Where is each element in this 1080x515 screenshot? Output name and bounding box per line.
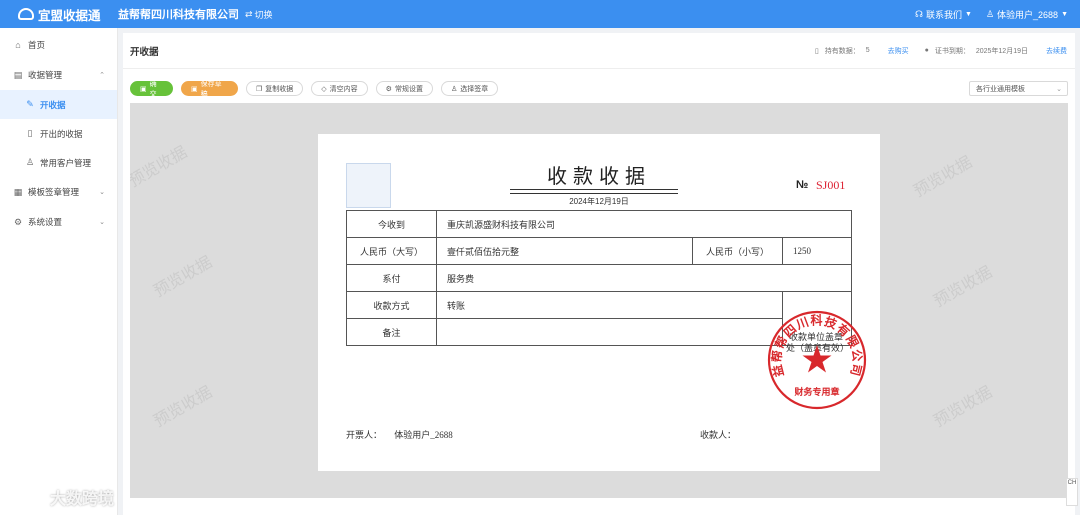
company-name: 益帮帮四川科技有限公司 [118, 9, 239, 21]
table-row: 系付 服务费 [346, 264, 852, 292]
stamp-icon: ♙ [450, 85, 458, 93]
template-icon: ▦ [13, 186, 23, 197]
toolbar: ▣ 确交 ▣ 保存草稿 ❐ 复制收据 ◇ 清空内容 ⚙ 常规设置 ♙ 选择签章 … [123, 73, 1075, 104]
watermark: 预览收据 [130, 142, 191, 191]
seal-bottom-text: 财务专用章 [793, 386, 839, 397]
home-icon: ⌂ [15, 40, 21, 50]
template-select[interactable]: 各行业通用模板 ⌄ [969, 81, 1068, 96]
top-bar: 宜盟收据通 益帮帮四川科技有限公司 ⇄ 切换 ☊ 联系我们 ▼ ♙ 体验用户_2… [0, 0, 1080, 28]
floating-widget[interactable]: CH [1066, 478, 1078, 506]
gear-icon: ⚙ [385, 85, 392, 93]
watermark: 预览收据 [150, 252, 216, 301]
sidebar-item-customers[interactable]: ♙ 常用客户管理 [0, 148, 117, 177]
chevron-down-icon: ⌄ [1056, 85, 1062, 93]
sidebar-item-home[interactable]: ⌂ 首页 [0, 30, 117, 60]
renew-link[interactable]: 去续费 [1046, 46, 1067, 56]
chevron-down-icon: ▼ [1061, 10, 1068, 18]
sidebar-item-issue-receipt[interactable]: ✎ 开收据 [0, 90, 117, 119]
page-header: 开收据 ▯ 持有数据： 5 去购买 ● 证书到期： 2025年12月19日 去续… [123, 33, 1075, 69]
chevron-down-icon: ⌄ [99, 189, 105, 196]
watermark: 预览收据 [930, 262, 996, 311]
preview-canvas: 预览收据 预览收据 预览收据 预览收据 预览收据 预览收据 收款收据 2024年… [130, 103, 1068, 498]
contact-us-menu[interactable]: ☊ 联系我们 ▼ [915, 8, 972, 21]
purpose-field[interactable]: 服务费 [436, 264, 852, 292]
amount-upper-field[interactable]: 壹仟贰佰伍拾元整 [436, 237, 693, 265]
select-signature-button[interactable]: ♙ 选择签章 [440, 81, 499, 96]
copy-receipt-button[interactable]: ❐ 复制收据 [246, 81, 304, 96]
payer-field[interactable]: 重庆凯源盛财科技有限公司 [436, 210, 852, 238]
switch-icon: ⇄ [245, 8, 253, 19]
brand[interactable]: 宜盟收据通 [0, 5, 112, 24]
brand-name: 宜盟收据通 [38, 8, 101, 23]
corner-watermark-logo: 大数跨境 [8, 485, 114, 509]
user-menu[interactable]: ♙ 体验用户_2688 ▼ [986, 8, 1068, 21]
copy-icon: ❐ [256, 85, 263, 93]
company-seal[interactable]: 益帮帮四川科技有限公司 财务专用章 [766, 309, 868, 411]
sidebar-item-templates[interactable]: ▦ 模板签章管理 ⌄ [0, 177, 117, 207]
issuer-name[interactable]: 体验用户_2688 [394, 430, 453, 440]
purpose-label: 系付 [346, 264, 437, 292]
document-icon: ▯ [27, 128, 33, 138]
quota-label: 持有数据： [824, 47, 860, 55]
clear-content-button[interactable]: ◇ 清空内容 [311, 81, 368, 96]
issuer: 开票人： 体验用户_2688 [346, 430, 453, 440]
title-underline [510, 189, 678, 194]
receipt-icon: ▤ [13, 69, 23, 80]
receipt-paper: 收款收据 2024年12月19日 № SJ001 今收到 重庆凯源盛财科技有限公… [318, 134, 880, 471]
method-field[interactable]: 转账 [436, 291, 783, 319]
cloud-logo-icon [18, 8, 34, 20]
sidebar-item-settings[interactable]: ⚙ 系统设置 ⌄ [0, 207, 117, 237]
method-label: 收款方式 [346, 291, 437, 319]
watermark: 预览收据 [930, 382, 996, 431]
watermark: 预览收据 [910, 152, 976, 201]
remark-field[interactable] [436, 318, 783, 346]
chevron-up-icon: ⌃ [99, 72, 105, 79]
sidebar: ⌂ 首页 ▤ 收据管理 ⌃ ✎ 开收据 ▯ 开出的收据 ♙ 常用客户管理 ▦ 模… [0, 28, 118, 515]
main-panel: 开收据 ▯ 持有数据： 5 去购买 ● 证书到期： 2025年12月19日 去续… [123, 33, 1075, 515]
number-label: № [796, 179, 809, 191]
seal-star-icon [802, 345, 832, 373]
sidebar-item-issued-receipts[interactable]: ▯ 开出的收据 [0, 119, 117, 148]
buy-link[interactable]: 去购买 [888, 46, 909, 56]
amount-upper-label: 人民币（大写） [346, 237, 437, 265]
headset-icon: ☊ [915, 8, 923, 19]
edit-icon: ✎ [26, 99, 34, 109]
switch-company-button[interactable]: ⇄ 切换 [245, 8, 273, 21]
user-icon: ♙ [25, 157, 35, 167]
cert-label: 证书到期： [934, 47, 970, 55]
chevron-down-icon: ⌄ [99, 219, 105, 226]
chevron-down-icon: ▼ [965, 10, 972, 18]
location-icon: ● [924, 47, 929, 54]
sidebar-item-receipt-management[interactable]: ▤ 收据管理 ⌃ [0, 60, 117, 90]
cert-value: 2025年12月19日 [975, 47, 1028, 55]
file-icon: ▯ [814, 47, 819, 55]
clear-icon: ◇ [321, 85, 327, 93]
save-draft-button[interactable]: ▣ 保存草稿 [181, 81, 238, 98]
file-icon: ▣ [191, 85, 198, 93]
quota-value: 5 [865, 47, 870, 54]
receipt-date[interactable]: 2024年12月19日 [318, 196, 880, 207]
payee: 收款人： [700, 430, 737, 440]
page-title: 开收据 [130, 46, 159, 58]
user-icon: ♙ [985, 8, 995, 19]
general-settings-button[interactable]: ⚙ 常规设置 [375, 81, 433, 96]
file-icon: ▣ [140, 85, 147, 93]
table-row: 人民币（大写） 壹仟贰佰伍拾元整 人民币（小写） 1250 [346, 237, 852, 265]
seal-company-name: 益帮帮四川科技有限公司 [769, 313, 865, 379]
receipt-number[interactable]: SJ001 [816, 178, 845, 193]
amount-lower-label: 人民币（小写） [692, 237, 783, 265]
brand-logo-icon [8, 487, 46, 507]
submit-button[interactable]: ▣ 确交 [130, 81, 173, 98]
amount-lower-field[interactable]: 1250 [782, 237, 852, 265]
remark-label: 备注 [346, 318, 437, 346]
gear-icon: ⚙ [13, 216, 23, 227]
watermark: 预览收据 [150, 382, 216, 431]
payer-label: 今收到 [346, 210, 437, 238]
table-row: 今收到 重庆凯源盛财科技有限公司 [346, 210, 852, 238]
